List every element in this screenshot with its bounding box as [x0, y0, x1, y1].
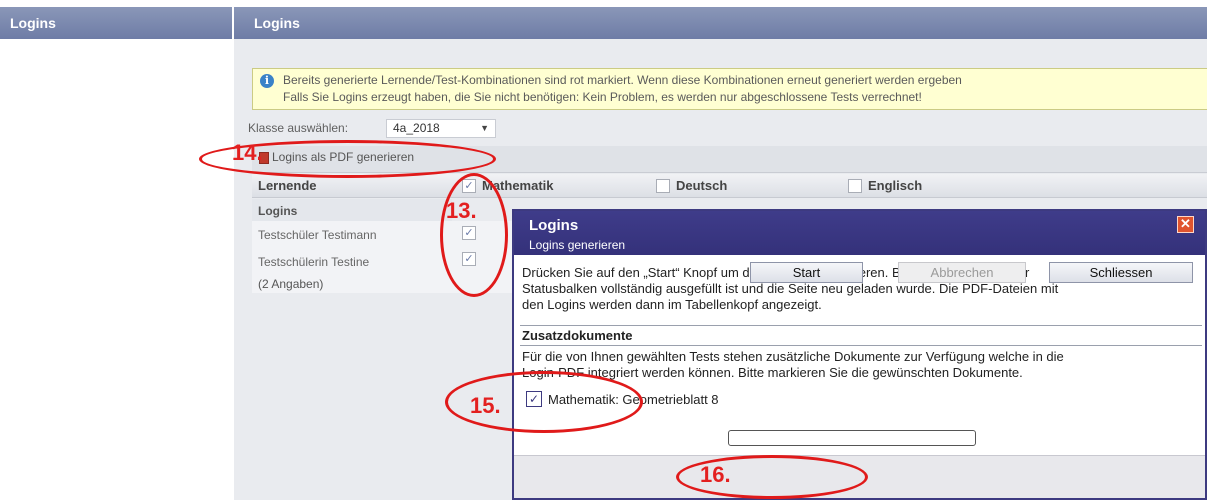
info-text-line1: Bereits generierte Lernende/Test-Kombina… — [283, 73, 962, 87]
checkbox-englisch[interactable] — [848, 179, 862, 193]
annotation-step-16: 16. — [700, 462, 731, 487]
divider — [520, 345, 1202, 346]
annotation-step-13: 13. — [446, 198, 477, 223]
annotation-step-15: 15. — [470, 393, 501, 418]
table-row-name: Testschülerin Testine — [258, 255, 370, 269]
dialog-header: Logins Logins generieren ✕ — [514, 211, 1205, 255]
chevron-down-icon: ▼ — [480, 123, 489, 133]
annotation-ellipse-13 — [440, 173, 508, 297]
info-text-line2: Falls Sie Logins erzeugt haben, die Sie … — [283, 90, 922, 104]
dialog-text-line2: Statusbalken vollständig ausgefüllt ist … — [522, 281, 1059, 296]
info-notice: i Bereits generierte Lernende/Test-Kombi… — [252, 68, 1207, 110]
checkbox-deutsch[interactable] — [656, 179, 670, 193]
progress-bar — [728, 430, 976, 446]
section-text-line1: Für die von Ihnen gewählten Tests stehen… — [522, 349, 1064, 364]
dialog-subtitle: Logins generieren — [529, 238, 626, 252]
dialog-text-line3: den Logins werden dann im Tabellenkopf a… — [522, 297, 822, 312]
divider — [520, 325, 1202, 326]
left-panel-header: Logins — [0, 7, 232, 39]
class-select[interactable]: 4a_2018 ▼ — [386, 119, 496, 138]
annotation-step-14: 14. — [232, 140, 263, 165]
close-icon[interactable]: ✕ — [1177, 216, 1194, 233]
column-header-englisch: Englisch — [868, 178, 923, 193]
dialog-body: Drücken Sie auf den „Start“ Knopf um die… — [514, 255, 1205, 455]
column-header-lernende: Lernende — [258, 178, 317, 193]
table-group-label: Logins — [258, 204, 298, 218]
table-summary: (2 Angaben) — [258, 277, 324, 291]
page-title: Logins — [234, 7, 1207, 39]
section-title: Zusatzdokumente — [522, 328, 633, 343]
logins-dialog: Logins Logins generieren ✕ Drücken Sie a… — [512, 209, 1207, 500]
class-select-value: 4a_2018 — [393, 121, 440, 135]
info-icon: i — [260, 74, 274, 88]
dialog-title: Logins — [529, 217, 579, 234]
class-select-label: Klasse auswählen: — [248, 121, 349, 135]
close-button[interactable]: Schliessen — [1049, 262, 1193, 283]
table-header — [252, 174, 1207, 198]
start-button[interactable]: Start — [750, 262, 863, 283]
column-header-deutsch: Deutsch — [676, 178, 728, 193]
cancel-button[interactable]: Abbrechen — [898, 262, 1026, 283]
table-row-name: Testschüler Testimann — [258, 228, 377, 242]
